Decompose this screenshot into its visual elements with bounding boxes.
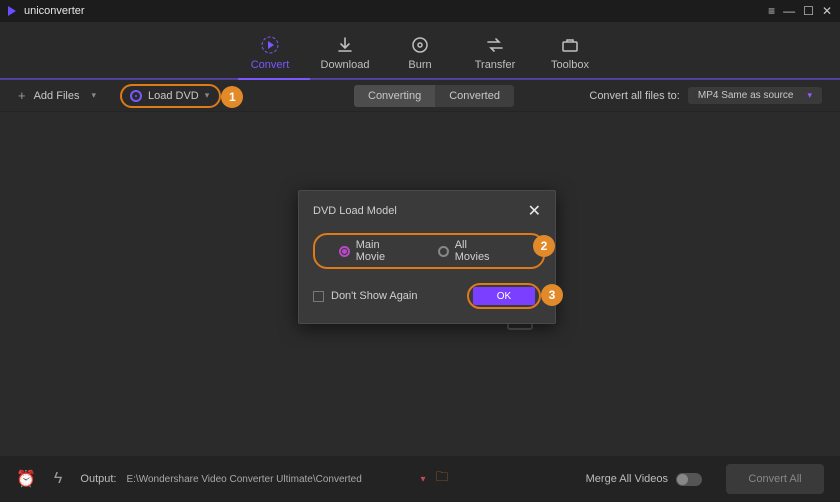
radio-main-label: Main Movie [356, 239, 410, 263]
nav-convert[interactable]: Convert [233, 35, 308, 79]
convert-icon [260, 35, 280, 55]
radio-selected-icon [339, 246, 350, 257]
transfer-icon [485, 35, 505, 55]
nav-download[interactable]: Download [308, 35, 383, 79]
plus-icon: + [18, 88, 26, 103]
minimize-button[interactable]: — [783, 4, 795, 18]
tab-converted[interactable]: Converted [435, 85, 514, 107]
highlight-3: 3 [541, 284, 563, 306]
maximize-button[interactable]: ☐ [803, 4, 814, 18]
tab-converting[interactable]: Converting [354, 85, 435, 107]
chevron-down-icon: ▾ [807, 90, 812, 101]
close-button[interactable]: ✕ [822, 4, 832, 18]
add-files-button[interactable]: + Add Files ▾ [18, 88, 96, 103]
download-icon [335, 35, 355, 55]
burn-icon [410, 35, 430, 55]
load-dvd-label: Load DVD [148, 90, 199, 102]
load-dvd-button[interactable]: Load DVD ▾ 1 [120, 84, 221, 108]
chevron-down-icon[interactable]: ▾ [420, 474, 425, 485]
brand-icon [8, 6, 18, 16]
brand-label: uniconverter [24, 5, 85, 17]
format-selected-label: MP4 Same as source [698, 90, 794, 101]
dont-show-checkbox[interactable]: Don't Show Again [313, 290, 418, 302]
convert-all-label: Convert all files to: [589, 90, 679, 102]
open-folder-icon[interactable]: 🗀 [436, 468, 449, 490]
nav-burn-label: Burn [408, 59, 431, 71]
titlebar: uniconverter ≡ — ☐ ✕ [0, 0, 840, 22]
dvd-mode-radio-group: Main Movie All Movies 2 [313, 233, 545, 269]
add-files-label: Add Files [34, 90, 80, 102]
chevron-down-icon: ▾ [91, 90, 96, 101]
dvd-load-dialog: DVD Load Model ✕ Main Movie All Movies 2… [298, 190, 556, 324]
merge-videos-label: Merge All Videos [586, 473, 668, 485]
nav-download-label: Download [321, 59, 370, 71]
ok-button[interactable]: OK [473, 287, 535, 305]
nav-toolbox-label: Toolbox [551, 59, 589, 71]
menu-icon[interactable]: ≡ [768, 4, 775, 18]
schedule-icon[interactable]: ⏰ [16, 469, 36, 489]
radio-main-movie[interactable]: Main Movie [339, 239, 410, 263]
radio-unselected-icon [438, 246, 449, 257]
dialog-close-button[interactable]: ✕ [528, 201, 541, 221]
nav-convert-label: Convert [251, 59, 290, 71]
highlight-1: 1 [221, 86, 243, 108]
convert-all-button[interactable]: Convert All [726, 464, 824, 494]
gpu-accel-icon[interactable]: ϟ [54, 470, 62, 488]
dont-show-label: Don't Show Again [331, 290, 418, 302]
top-nav: Convert Download Burn Transfer Toolbox [0, 22, 840, 80]
radio-all-movies[interactable]: All Movies [438, 239, 503, 263]
subbar: + Add Files ▾ Load DVD ▾ 1 Converting Co… [0, 80, 840, 112]
highlight-2: 2 [533, 235, 555, 257]
nav-transfer[interactable]: Transfer [458, 35, 533, 79]
checkbox-icon [313, 291, 324, 302]
nav-burn[interactable]: Burn [383, 35, 458, 79]
chevron-down-icon: ▾ [205, 90, 210, 101]
main-area: DVD Load Model ✕ Main Movie All Movies 2… [0, 112, 840, 456]
output-path-field[interactable] [126, 474, 416, 485]
bottombar: ⏰ ϟ Output: ▾ 🗀 Merge All Videos Convert… [0, 456, 840, 502]
output-format-select[interactable]: MP4 Same as source ▾ [688, 87, 822, 104]
toolbox-icon [560, 35, 580, 55]
nav-toolbox[interactable]: Toolbox [533, 35, 608, 79]
dialog-title: DVD Load Model [313, 205, 397, 217]
merge-toggle[interactable] [676, 473, 702, 486]
nav-transfer-label: Transfer [475, 59, 516, 71]
radio-all-label: All Movies [455, 239, 503, 263]
output-label: Output: [80, 473, 116, 485]
convert-status-tabs: Converting Converted [354, 85, 514, 107]
disc-icon [130, 90, 142, 102]
